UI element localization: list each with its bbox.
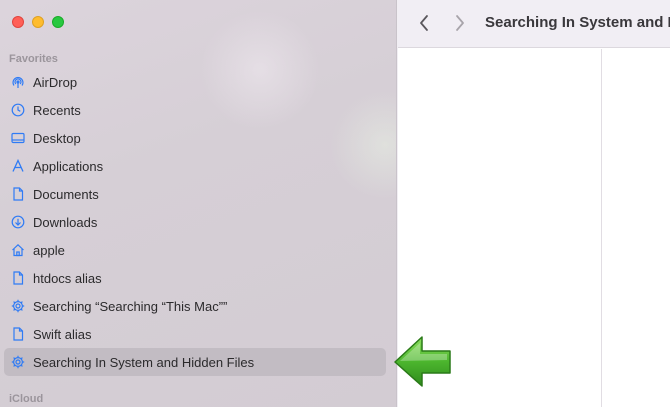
document-icon bbox=[11, 271, 25, 285]
forward-button[interactable] bbox=[450, 13, 470, 33]
sidebar-item-label: apple bbox=[33, 242, 65, 258]
sidebar-item-desktop[interactable]: Desktop bbox=[4, 124, 386, 152]
gear-icon bbox=[11, 299, 25, 313]
sidebar-item-label: Applications bbox=[33, 158, 104, 174]
document-icon bbox=[11, 187, 25, 201]
sidebar-item-label: Documents bbox=[33, 186, 99, 202]
traffic-lights bbox=[12, 16, 64, 28]
sidebar-item-htdocs-alias[interactable]: htdocs alias bbox=[4, 264, 386, 292]
clock-icon bbox=[11, 103, 25, 117]
favorites-section-label: Favorites bbox=[9, 53, 58, 65]
sidebar-item-label: Swift alias bbox=[33, 326, 92, 342]
icloud-section-label: iCloud bbox=[9, 393, 44, 405]
column-divider[interactable] bbox=[601, 49, 602, 407]
sidebar-item-label: Searching In System and Hidden Files bbox=[33, 354, 255, 370]
desktop-icon bbox=[11, 131, 25, 145]
document-icon bbox=[11, 327, 25, 341]
chevron-left-icon bbox=[420, 15, 428, 31]
sidebar-item-label: htdocs alias bbox=[33, 270, 102, 286]
sidebar-item-swift-alias[interactable]: Swift alias bbox=[4, 320, 386, 348]
close-button[interactable] bbox=[12, 16, 24, 28]
applications-icon bbox=[11, 159, 25, 173]
sidebar-list: AirDrop Recents Desktop Applications Doc… bbox=[4, 68, 386, 376]
gear-icon bbox=[11, 355, 25, 369]
chevron-right-icon bbox=[456, 15, 464, 31]
sidebar-item-recents[interactable]: Recents bbox=[4, 96, 386, 124]
arrow-left-icon bbox=[394, 336, 451, 387]
sidebar-item-label: Downloads bbox=[33, 214, 98, 230]
airdrop-icon bbox=[11, 75, 25, 89]
sidebar-item-label: Desktop bbox=[33, 130, 81, 146]
sidebar: Favorites AirDrop Recents Desktop Applic… bbox=[0, 0, 397, 407]
zoom-button[interactable] bbox=[52, 16, 64, 28]
sidebar-item-downloads[interactable]: Downloads bbox=[4, 208, 386, 236]
sidebar-item-label: Recents bbox=[33, 102, 81, 118]
sidebar-item-applications[interactable]: Applications bbox=[4, 152, 386, 180]
sidebar-item-apple[interactable]: apple bbox=[4, 236, 386, 264]
sidebar-item-label: AirDrop bbox=[33, 74, 78, 90]
toolbar: Searching In System and Hidden Files bbox=[398, 0, 670, 48]
sidebar-item-documents[interactable]: Documents bbox=[4, 180, 386, 208]
back-button[interactable] bbox=[414, 13, 434, 33]
sidebar-item-searching-system-hidden[interactable]: Searching In System and Hidden Files bbox=[4, 348, 386, 376]
window-title: Searching In System and Hidden Files bbox=[485, 14, 670, 31]
home-icon bbox=[11, 243, 25, 257]
sidebar-item-searching-this-mac[interactable]: Searching “Searching “This Mac”” bbox=[4, 292, 386, 320]
sidebar-item-label: Searching “Searching “This Mac”” bbox=[33, 298, 228, 314]
minimize-button[interactable] bbox=[32, 16, 44, 28]
sidebar-item-airdrop[interactable]: AirDrop bbox=[4, 68, 386, 96]
download-icon bbox=[11, 215, 25, 229]
